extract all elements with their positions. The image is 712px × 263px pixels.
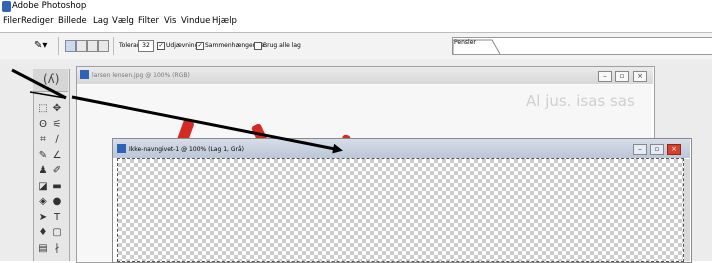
arrow-to-window-title	[71, 95, 343, 154]
annotation-arrows	[11, 68, 343, 154]
